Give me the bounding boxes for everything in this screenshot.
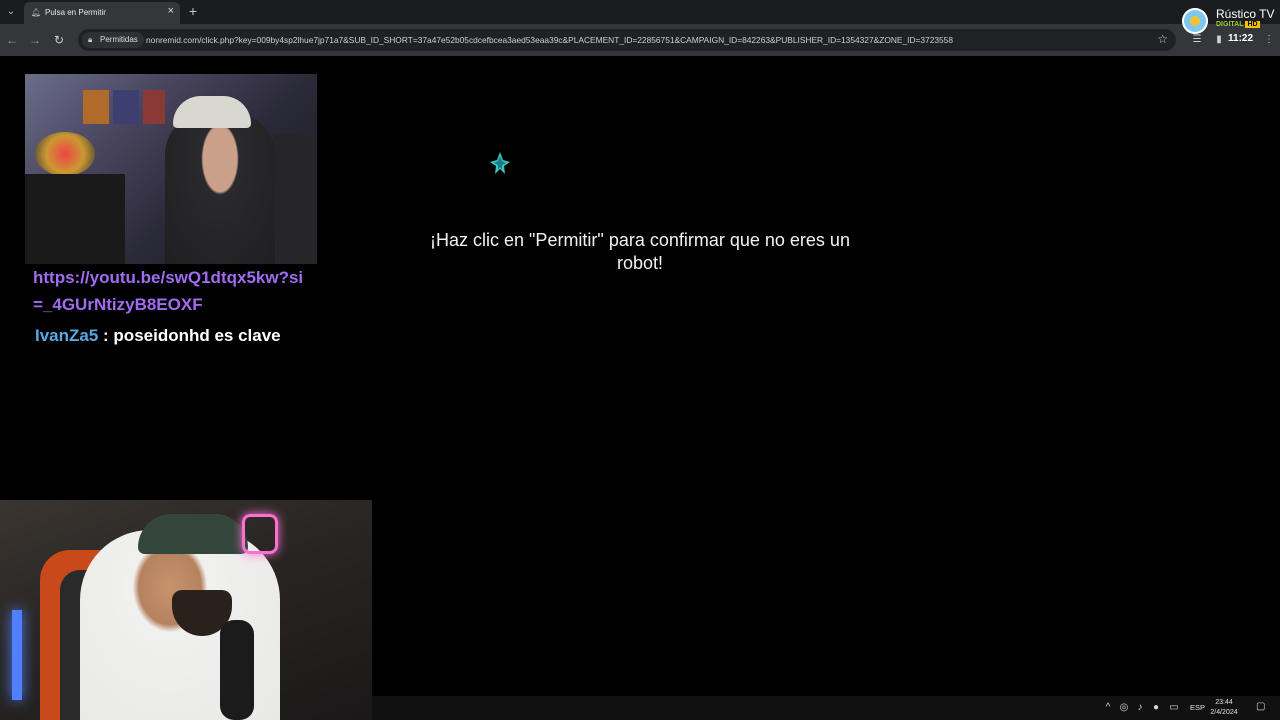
microphone [220, 620, 254, 720]
lock-icon: 🔒︎ [88, 35, 93, 44]
back-icon[interactable]: ← [4, 32, 20, 48]
language-indicator[interactable]: ESP [1190, 703, 1205, 712]
neon-cat-sign [242, 514, 278, 554]
poster [143, 90, 165, 124]
chat-youtube-link[interactable]: https://youtu.be/swQ1dtqx5kw?si=_4GUrNti… [33, 264, 313, 318]
chevron-up-icon[interactable]: ^ [1102, 701, 1114, 715]
address-bar[interactable]: 🔒︎ Permitidas nonremid.com/click.php?key… [78, 29, 1176, 51]
webcam-streamer-2 [0, 500, 372, 720]
volume-icon[interactable]: ♪ [1134, 701, 1146, 715]
poster [83, 90, 109, 124]
chat-message-text: poseidonhd es clave [113, 326, 281, 345]
logo-name: Rústico TV [1216, 7, 1275, 21]
microphone-icon[interactable]: ● [1150, 701, 1162, 715]
logo-digital: DIGITAL [1216, 21, 1244, 28]
allow-prompt-text: ¡Haz clic en "Permitir" para confirmar q… [430, 230, 850, 273]
site-permissions-chip[interactable]: 🔒︎ Permitidas [82, 32, 144, 48]
broadcast-logo: Rústico TV DIGITAL HD [1182, 6, 1278, 36]
bell-icon: 🔔︎ [31, 8, 42, 17]
permission-label: Permitidas [100, 35, 138, 44]
chat-separator: : [98, 326, 114, 345]
sun-emblem-icon [1182, 8, 1208, 34]
forward-icon[interactable]: → [27, 32, 43, 48]
network-icon[interactable]: ◎ [1118, 701, 1130, 715]
poster [113, 90, 139, 124]
close-tab-icon[interactable]: × [168, 5, 174, 17]
reload-icon[interactable]: ↻ [51, 32, 67, 48]
logo-sub: DIGITAL HD [1216, 21, 1260, 28]
url-text[interactable]: nonremid.com/click.php?key=009by4sp2lhue… [146, 35, 953, 45]
chat-message: IvanZa5 : poseidonhd es clave [35, 326, 281, 346]
browser-toolbar: ← → ↻ 🔒︎ Permitidas nonremid.com/click.p… [0, 24, 1280, 56]
webcam-streamer-1 [25, 74, 317, 264]
tab-strip: ⌄ 🔔︎ Pulsa en Permitir × + [0, 0, 1280, 24]
display-icon[interactable]: ▭ [1168, 701, 1180, 715]
windows-taskbar: ^ ◎ ♪ ● ▭ ESP 23:44 2/4/2024 ▢ [372, 696, 1280, 720]
blue-led-light [12, 610, 22, 700]
notification-icon[interactable]: ▢ [1256, 701, 1265, 712]
new-tab-button[interactable]: + [186, 2, 200, 20]
tray-clock[interactable]: 23:44 2/4/2024 [1210, 698, 1238, 718]
tab-active[interactable]: 🔔︎ Pulsa en Permitir × [24, 2, 180, 24]
gaming-chair [273, 134, 317, 264]
cap [138, 514, 248, 554]
tray-date: 2/4/2024 [1210, 709, 1238, 716]
logo-hd-badge: HD [1245, 21, 1260, 28]
puzzle-loader-icon [490, 152, 510, 174]
drum [35, 132, 95, 176]
chat-username: IvanZa5 [35, 326, 99, 345]
tray-time: 23:44 [1215, 699, 1233, 706]
tab-search-icon[interactable]: ⌄ [3, 4, 19, 20]
tab-title: Pulsa en Permitir [45, 8, 106, 17]
drum-kit [25, 174, 125, 264]
streamer-figure [165, 114, 275, 264]
cap [173, 96, 251, 128]
bookmark-star-icon[interactable]: ☆ [1157, 32, 1168, 46]
